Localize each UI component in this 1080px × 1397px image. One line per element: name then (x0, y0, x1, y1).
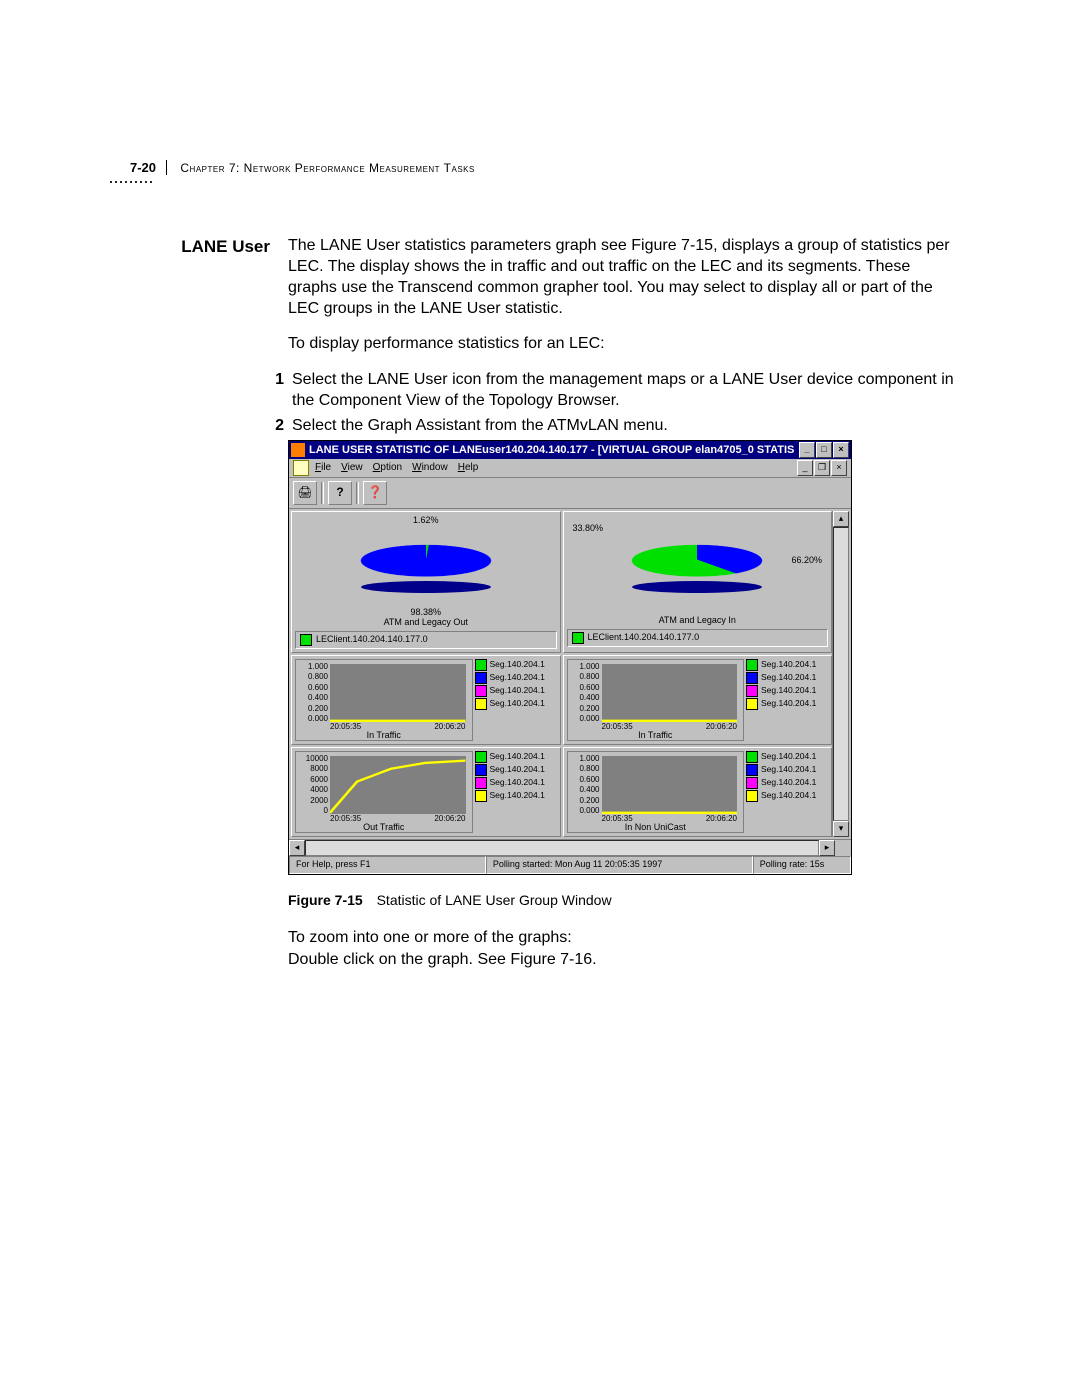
scroll-left-button[interactable]: ◂ (289, 840, 305, 856)
window-title: LANE USER STATISTIC OF LANEuser140.204.1… (309, 443, 795, 458)
toolbar: 🖨 ? ❓ (289, 478, 851, 509)
chart-title: In Traffic (568, 730, 744, 742)
line-panel-out[interactable]: 1000080006000400020000 20:05:3520:06:20 … (291, 747, 561, 837)
rule-decoration: ········· (108, 178, 153, 184)
context-help-button[interactable]: ❓ (363, 481, 387, 505)
menu-bar: File View Option Window Help _ ❐ × (289, 459, 851, 478)
vertical-scrollbar[interactable]: ▴ ▾ (832, 511, 849, 837)
content: LANE User The LANE User statistics param… (130, 235, 960, 980)
chart-title: ATM and Legacy Out (295, 617, 557, 629)
menu-window[interactable]: Window (412, 461, 448, 474)
page: 7-20 Chapter 7: Network Performance Meas… (0, 0, 1080, 1397)
legend: Seg.140.204.1 Seg.140.204.1 Seg.140.204.… (475, 659, 557, 741)
scroll-track[interactable] (833, 527, 849, 821)
close-button[interactable]: × (833, 442, 849, 458)
pie-slice-label: 66.20% (791, 555, 822, 567)
paragraph: To display performance statistics for an… (288, 333, 960, 354)
post-figure-text: To zoom into one or more of the graphs: … (288, 927, 960, 970)
paragraph: To zoom into one or more of the graphs: (288, 927, 960, 949)
mdi-close-button[interactable]: × (831, 460, 847, 476)
line-plot: 1000080006000400020000 20:05:3520:06:20 … (295, 751, 473, 833)
legend: LEClient.140.204.140.177.0 (567, 629, 829, 647)
line-panel-in-left[interactable]: 1.0000.8000.6000.4000.2000.000 20:05:352… (291, 655, 561, 745)
figure-caption: Figure 7-15 Statistic of LANE User Group… (288, 891, 960, 909)
legend: Seg.140.204.1 Seg.140.204.1 Seg.140.204.… (746, 751, 828, 833)
pie-slice-label: 33.80% (573, 523, 604, 535)
menu-help[interactable]: Help (458, 461, 479, 474)
mdi-controls: _ ❐ × (797, 460, 847, 476)
scroll-track[interactable] (305, 840, 819, 856)
titlebar[interactable]: LANE USER STATISTIC OF LANEuser140.204.1… (289, 441, 851, 459)
section-body: The LANE User statistics parameters grap… (288, 235, 960, 970)
help-button[interactable]: ? (328, 481, 352, 505)
document-icon (293, 460, 309, 476)
status-help: For Help, press F1 (289, 856, 486, 874)
list-item: 1Select the LANE User icon from the mana… (270, 369, 960, 411)
pie-chart (627, 545, 768, 577)
list-item: 2Select the Graph Assistant from the ATM… (270, 415, 960, 436)
figure-label: Figure 7-15 (288, 892, 363, 908)
scroll-corner (835, 840, 851, 854)
line-plot: 1.0000.8000.6000.4000.2000.000 20:05:352… (295, 659, 473, 741)
figure-caption-text: Statistic of LANE User Group Window (377, 892, 612, 908)
paragraph: The LANE User statistics parameters grap… (288, 235, 960, 319)
legend-swatch (300, 634, 312, 646)
chart-area: 1.62% 98.38% ATM and Legacy Out (289, 509, 851, 839)
maximize-button[interactable]: □ (816, 442, 832, 458)
chapter-title: Chapter 7: Network Performance Measureme… (180, 161, 474, 175)
chart-title: ATM and Legacy In (567, 615, 829, 627)
toolbar-separator (356, 482, 359, 504)
toolbar-separator (321, 482, 324, 504)
line-plot: 1.0000.8000.6000.4000.2000.000 20:05:352… (567, 751, 745, 833)
legend-swatch (572, 632, 584, 644)
menu-view[interactable]: View (341, 461, 363, 474)
scroll-right-button[interactable]: ▸ (819, 840, 835, 856)
paragraph: Double click on the graph. See Figure 7-… (288, 949, 960, 971)
pie-panel-out[interactable]: 1.62% 98.38% ATM and Legacy Out (291, 511, 561, 653)
y-axis-ticks: 1000080006000400020000 (298, 754, 328, 816)
pie-chart (355, 545, 496, 577)
chart-title: Out Traffic (296, 822, 472, 834)
legend-label: LEClient.140.204.140.177.0 (316, 634, 428, 646)
chart-title: In Traffic (296, 730, 472, 742)
running-head: 7-20 Chapter 7: Network Performance Meas… (130, 160, 960, 175)
legend: Seg.140.204.1 Seg.140.204.1 Seg.140.204.… (746, 659, 828, 741)
app-window: LANE USER STATISTIC OF LANEuser140.204.1… (288, 440, 852, 875)
window-controls: _ □ × (799, 442, 849, 458)
y-axis-ticks: 1.0000.8000.6000.4000.2000.000 (570, 754, 600, 816)
minimize-button[interactable]: _ (799, 442, 815, 458)
status-bar: For Help, press F1 Polling started: Mon … (289, 856, 851, 874)
menu-option[interactable]: Option (373, 461, 402, 474)
legend-label: LEClient.140.204.140.177.0 (588, 632, 700, 644)
status-polling-started: Polling started: Mon Aug 11 20:05:35 199… (486, 856, 753, 874)
pie-slice-label: 1.62% (413, 515, 439, 527)
line-panel-nonunicast[interactable]: 1.0000.8000.6000.4000.2000.000 20:05:352… (563, 747, 833, 837)
line-plot: 1.0000.8000.6000.4000.2000.000 20:05:352… (567, 659, 745, 741)
chart-title: In Non UniCast (568, 822, 744, 834)
legend: LEClient.140.204.140.177.0 (295, 631, 557, 649)
print-button[interactable]: 🖨 (293, 481, 317, 505)
mdi-restore-button[interactable]: ❐ (814, 460, 830, 476)
status-polling-rate: Polling rate: 15s (753, 856, 851, 874)
line-panel-in-right[interactable]: 1.0000.8000.6000.4000.2000.000 20:05:352… (563, 655, 833, 745)
scroll-up-button[interactable]: ▴ (833, 511, 849, 527)
pie-panel-in[interactable]: 33.80% 66.20% ATM and Legacy In (563, 511, 833, 653)
horizontal-scrollbar[interactable]: ◂ ▸ (289, 839, 851, 856)
app-icon (291, 443, 305, 457)
y-axis-ticks: 1.0000.8000.6000.4000.2000.000 (298, 662, 328, 724)
section-heading: LANE User (130, 235, 270, 970)
scroll-down-button[interactable]: ▾ (833, 821, 849, 837)
y-axis-ticks: 1.0000.8000.6000.4000.2000.000 (570, 662, 600, 724)
legend: Seg.140.204.1 Seg.140.204.1 Seg.140.204.… (475, 751, 557, 833)
ordered-list: 1Select the LANE User icon from the mana… (270, 369, 960, 436)
mdi-minimize-button[interactable]: _ (797, 460, 813, 476)
menu-file[interactable]: File (315, 461, 331, 474)
